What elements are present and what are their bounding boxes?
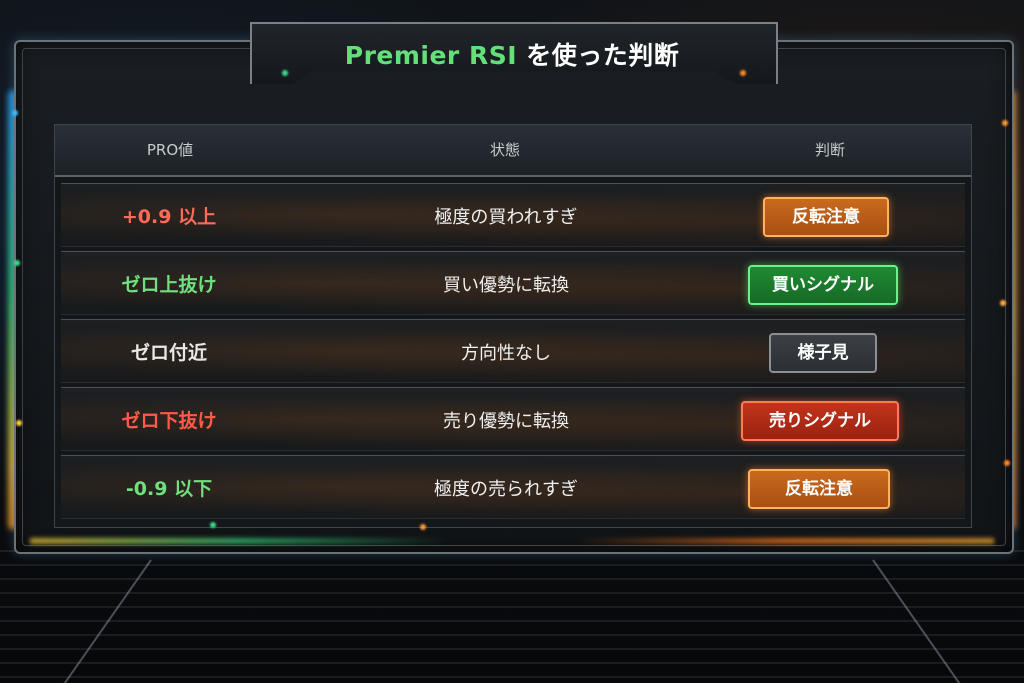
- pro-value-cell: ゼロ上抜け: [121, 274, 217, 296]
- sparkle-light: [282, 70, 288, 76]
- header-pro-value: PRO値: [146, 141, 194, 159]
- sparkle-light: [1000, 300, 1006, 306]
- pro-value-cell: +0.9 以上: [121, 206, 217, 228]
- header-judgment: 判断: [814, 141, 845, 159]
- title-accent: Premier RSI: [344, 41, 518, 70]
- sparkle-light: [16, 420, 22, 426]
- bottom-right-glow: [574, 538, 994, 544]
- sparkle-light: [1002, 120, 1008, 126]
- state-cell: 買い優勢に転換: [443, 275, 569, 296]
- header-state: 状態: [489, 141, 520, 159]
- judgment-badge: 反転注意: [763, 197, 889, 237]
- judgment-badge: 反転注意: [748, 469, 890, 509]
- table-header: PRO値 状態 判断: [55, 125, 971, 177]
- sparkle-light: [1004, 460, 1010, 466]
- judgment-badge: 買いシグナル: [748, 265, 898, 305]
- floor-grid: [0, 550, 1024, 683]
- bottom-left-glow: [30, 538, 450, 544]
- table-row: +0.9 以上 極度の買われすぎ 反転注意: [61, 183, 965, 247]
- scene: Premier RSI を使った判断 PRO値 状態 判断 +0.9 以上 極度…: [0, 0, 1024, 683]
- table-row: ゼロ上抜け 買い優勢に転換 買いシグナル: [61, 251, 965, 315]
- table-row: ゼロ下抜け 売り優勢に転換 売りシグナル: [61, 387, 965, 451]
- sparkle-light: [740, 70, 746, 76]
- table-row: -0.9 以下 極度の売られすぎ 反転注意: [61, 455, 965, 519]
- judgment-table: PRO値 状態 判断 +0.9 以上 極度の買われすぎ 反転注意 ゼロ上抜け 買…: [54, 124, 972, 528]
- state-cell: 極度の売られすぎ: [434, 479, 578, 500]
- sparkle-light: [420, 524, 426, 530]
- state-cell: 極度の買われすぎ: [434, 207, 578, 228]
- pro-value-cell: ゼロ下抜け: [121, 410, 217, 432]
- sparkle-light: [14, 260, 20, 266]
- judgment-badge: 様子見: [769, 333, 877, 373]
- title-rest: を使った判断: [517, 41, 680, 70]
- sparkle-light: [12, 110, 18, 116]
- page-title: Premier RSI を使った判断: [250, 36, 774, 72]
- judgment-badge: 売りシグナル: [741, 401, 899, 441]
- table-row: ゼロ付近 方向性なし 様子見: [61, 319, 965, 383]
- state-cell: 方向性なし: [461, 343, 551, 364]
- pro-value-cell: -0.9 以下: [125, 478, 213, 500]
- pro-value-cell: ゼロ付近: [130, 342, 207, 364]
- state-cell: 売り優勢に転換: [443, 411, 569, 432]
- sparkle-light: [210, 522, 216, 528]
